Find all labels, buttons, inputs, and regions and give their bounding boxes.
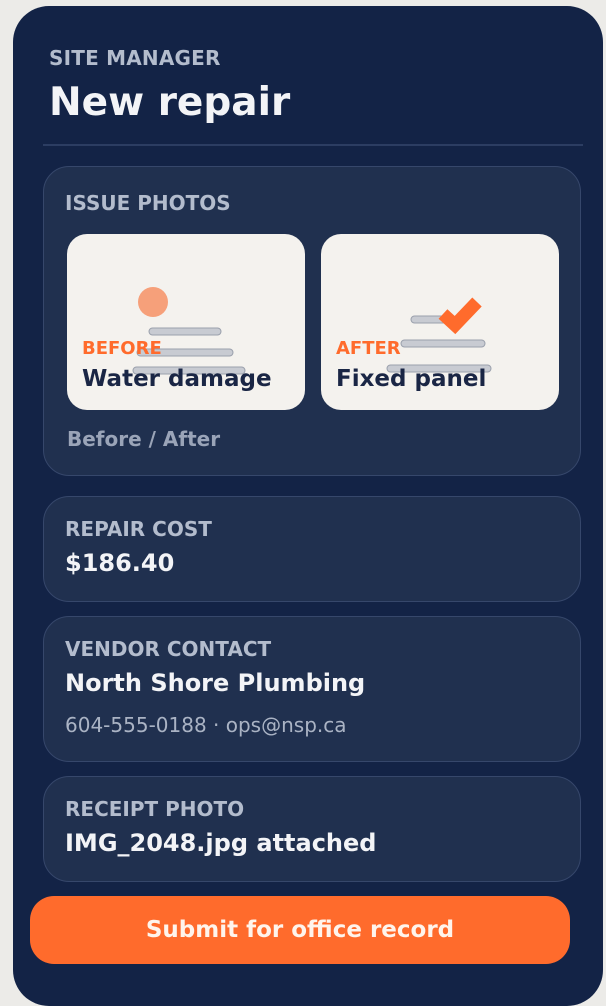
after-tag: AFTER: [336, 338, 401, 359]
vendor-contact-details: 604-555-0188 · ops@nsp.ca: [65, 713, 347, 737]
header-divider: [43, 144, 583, 146]
vendor-contact-card[interactable]: VENDOR CONTACT North Shore Plumbing 604-…: [43, 616, 581, 762]
before-after-label: Before / After: [67, 427, 221, 451]
page-title: New repair: [49, 80, 291, 125]
receipt-file-status: IMG_2048.jpg attached: [65, 829, 377, 857]
repair-cost-label: REPAIR COST: [65, 517, 212, 541]
vendor-name: North Shore Plumbing: [65, 669, 366, 697]
repair-cost-value: $186.40: [65, 549, 175, 577]
after-caption: Fixed panel: [336, 366, 487, 392]
before-tag: BEFORE: [82, 338, 162, 359]
repair-cost-card[interactable]: REPAIR COST $186.40: [43, 496, 581, 602]
after-photo[interactable]: AFTER Fixed panel: [321, 234, 559, 410]
submit-button[interactable]: Submit for office record: [30, 896, 570, 964]
receipt-photo-label: RECEIPT PHOTO: [65, 797, 245, 821]
app-eyebrow: SITE MANAGER: [49, 46, 221, 70]
phone-frame: SITE MANAGER New repair ISSUE PHOTOS BEF…: [13, 6, 603, 1006]
issue-photos-card: ISSUE PHOTOS BEFORE Water damage AFTER F…: [43, 166, 581, 476]
before-caption: Water damage: [82, 366, 272, 392]
issue-photos-label: ISSUE PHOTOS: [65, 191, 231, 215]
receipt-photo-card[interactable]: RECEIPT PHOTO IMG_2048.jpg attached: [43, 776, 581, 882]
vendor-contact-label: VENDOR CONTACT: [65, 637, 272, 661]
before-photo[interactable]: BEFORE Water damage: [67, 234, 305, 410]
